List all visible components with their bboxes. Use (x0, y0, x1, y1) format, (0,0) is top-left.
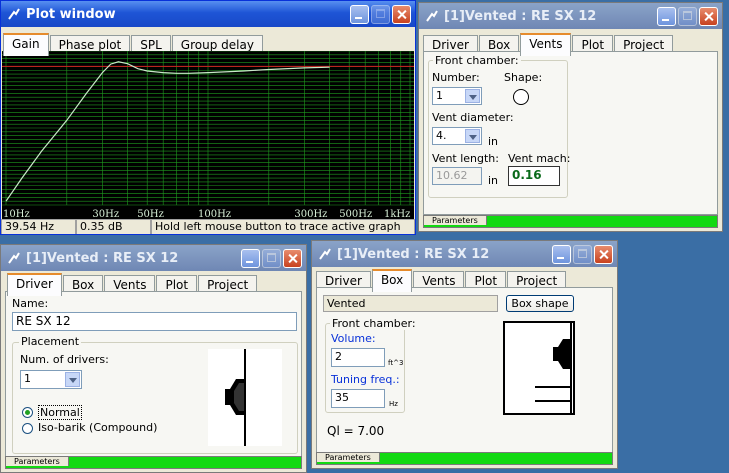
x-tick-label: 30Hz (92, 209, 119, 219)
x-tick-label: 10Hz (3, 209, 30, 219)
close-button[interactable] (594, 244, 613, 264)
tuning-label: Tuning freq.: (331, 373, 400, 386)
number-select[interactable]: 1 (432, 87, 482, 105)
radio-normal-label[interactable]: Normal (38, 405, 82, 420)
front-chamber-title: Front chamber: (433, 54, 521, 67)
shape-label: Shape: (504, 71, 543, 84)
x-tick-label: 500Hz (339, 209, 372, 219)
ql-value: Ql = 7.00 (327, 424, 385, 438)
name-label: Name: (12, 297, 49, 310)
window-title: [1]Vented : RE SX 12 (337, 246, 490, 262)
vent-diameter-label: Vent diameter: (432, 111, 514, 124)
parameters-label: Parameters (424, 216, 487, 225)
radio-normal[interactable] (22, 407, 33, 418)
front-chamber-title: Front chamber: (330, 317, 418, 330)
parameters-label: Parameters (317, 453, 380, 462)
gain-plot[interactable]: 10Hz 30Hz 50Hz 100Hz 300Hz 500Hz 1kHz (2, 51, 414, 219)
box-panel: Vented Box shape Front chamber: Volume: … (316, 287, 613, 453)
parameters-bar[interactable]: Parameters (5, 456, 302, 469)
app-icon (426, 10, 438, 22)
box-window: [1]Vented : RE SX 12 Driver Box Vents Pl… (311, 240, 618, 469)
driver-window: [1]Vented : RE SX 12 Driver Box Vents Pl… (0, 244, 307, 473)
box-shape-diagram[interactable] (503, 321, 575, 415)
plot-window-titlebar[interactable]: Plot window (1, 1, 415, 27)
status-frequency: 39.54 Hz (1, 219, 76, 234)
box-type-field: Vented (323, 295, 498, 312)
circle-shape-icon[interactable] (513, 89, 529, 105)
tuning-unit: Hz (389, 400, 398, 408)
volume-unit: ft^3 (388, 359, 404, 367)
close-button[interactable] (699, 6, 718, 26)
window-title: Plot window (26, 6, 116, 22)
maximize-button[interactable] (262, 248, 281, 268)
parameters-bar[interactable]: Parameters (423, 215, 718, 228)
x-tick-label: 50Hz (137, 209, 164, 219)
vent-mach-label: Vent mach: (508, 152, 571, 165)
parameters-label: Parameters (6, 457, 69, 466)
vent-diameter-select[interactable]: 4. (432, 127, 482, 145)
minimize-button[interactable] (241, 248, 260, 268)
vents-panel: Front chamber: Number: 1 Shape: Vent dia… (423, 51, 718, 215)
plot-window: Plot window Gain Phase plot SPL Group de… (0, 0, 416, 235)
radio-isobarik-label[interactable]: Iso-barik (Compound) (38, 421, 157, 434)
number-label: Number: (432, 71, 480, 84)
window-title: [1]Vented : RE SX 12 (26, 250, 179, 266)
tab-driver[interactable]: Driver (7, 273, 62, 296)
vents-window: [1]Vented : RE SX 12 Driver Box Vents Pl… (418, 2, 723, 232)
chevron-down-icon[interactable] (65, 372, 80, 387)
status-gain: 0.35 dB (76, 219, 151, 234)
status-hint: Hold left mouse button to trace active g… (151, 219, 415, 234)
vent-length-field: 10.62 (432, 167, 482, 185)
tuning-field[interactable]: 35 (331, 389, 385, 408)
num-drivers-label: Num. of drivers: (20, 353, 109, 366)
x-tick-label: 300Hz (294, 209, 327, 219)
vent-length-label: Vent length: (432, 152, 499, 165)
box-window-titlebar[interactable]: [1]Vented : RE SX 12 (312, 241, 617, 267)
minimize-button[interactable] (552, 244, 571, 264)
app-icon (8, 252, 20, 264)
maximize-button[interactable] (678, 6, 697, 26)
driver-placement-diagram (208, 349, 282, 446)
box-shape-button[interactable]: Box shape (506, 295, 574, 312)
vent-diameter-unit: in (488, 135, 499, 148)
chevron-down-icon[interactable] (465, 89, 480, 103)
volume-label: Volume: (331, 332, 376, 345)
minimize-button[interactable] (350, 4, 369, 24)
placement-title: Placement (19, 335, 82, 348)
maximize-button[interactable] (371, 4, 390, 24)
minimize-button[interactable] (657, 6, 676, 26)
close-button[interactable] (283, 248, 302, 268)
parameters-bar[interactable]: Parameters (316, 452, 613, 465)
x-tick-label: 1kHz (384, 209, 410, 219)
vent-mach-value: 0.16 (508, 166, 560, 186)
name-field[interactable]: RE SX 12 (12, 312, 297, 331)
maximize-button[interactable] (573, 244, 592, 264)
chevron-down-icon[interactable] (465, 129, 480, 143)
desktop: { "plot_window": { "title": "Plot window… (0, 0, 729, 473)
driver-window-titlebar[interactable]: [1]Vented : RE SX 12 (1, 245, 306, 271)
driver-panel: Name: RE SX 12 Placement Num. of drivers… (5, 291, 302, 457)
x-tick-label: 100Hz (198, 209, 231, 219)
app-icon (319, 248, 331, 260)
tab-box[interactable]: Box (371, 269, 413, 292)
tab-gain[interactable]: Gain (3, 33, 49, 56)
close-button[interactable] (392, 4, 411, 24)
radio-isobarik[interactable] (22, 423, 33, 434)
tab-vents[interactable]: Vents (520, 33, 572, 56)
vents-window-titlebar[interactable]: [1]Vented : RE SX 12 (419, 3, 722, 29)
window-title: [1]Vented : RE SX 12 (444, 8, 597, 24)
vent-length-unit: in (488, 174, 499, 187)
volume-field[interactable]: 2 (331, 348, 385, 367)
app-icon (8, 8, 20, 20)
num-drivers-select[interactable]: 1 (20, 370, 82, 389)
